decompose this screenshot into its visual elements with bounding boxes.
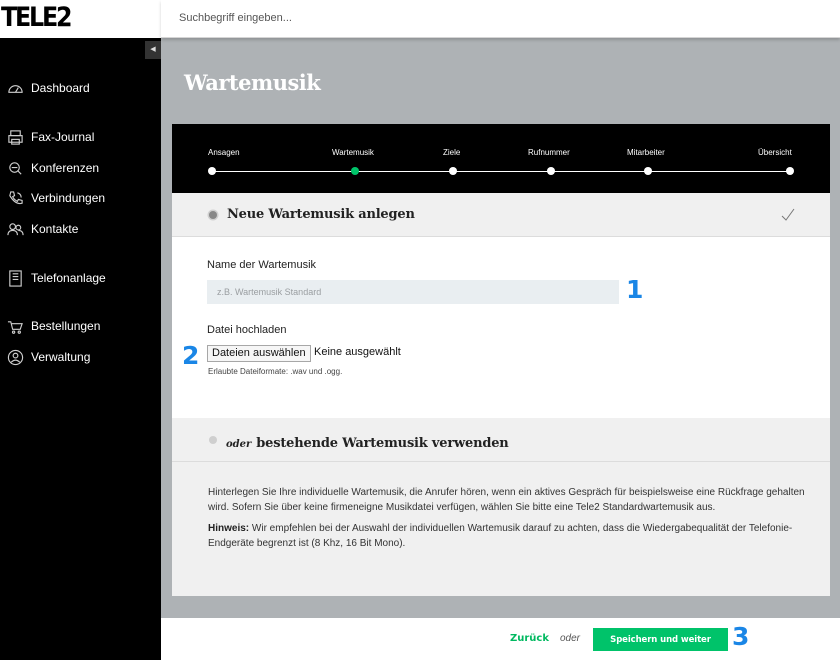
sidebar: ◀ Dashboard Fax-Journal Konferenzen Verb… (0, 38, 161, 660)
section-existing-prefix: oder (226, 439, 252, 450)
section-new-header[interactable]: Neue Wartemusik anlegen (172, 193, 830, 237)
file-format-hint: Erlaubte Dateiformate: .wav und .ogg. (208, 367, 343, 376)
step-label-uebersicht[interactable]: Übersicht (758, 148, 792, 157)
choose-file-button[interactable]: Dateien auswählen (207, 345, 311, 362)
radio-new-selected[interactable] (209, 211, 217, 219)
save-and-continue-button[interactable]: Speichern und weiter (593, 628, 728, 651)
sidebar-item-bestellungen[interactable]: Bestellungen (0, 314, 161, 338)
annotation-1: 1 (626, 275, 644, 304)
sidebar-item-label: Bestellungen (31, 319, 101, 333)
annotation-2: 2 (182, 341, 200, 370)
step-label-mitarbeiter[interactable]: Mitarbeiter (627, 148, 665, 157)
chevron-left-icon: ◀ (150, 46, 156, 53)
sidebar-item-fax-journal[interactable]: Fax-Journal (0, 125, 161, 149)
search-input[interactable] (179, 8, 579, 28)
checkmark-icon (781, 208, 795, 222)
back-link[interactable]: Zurück (510, 633, 549, 644)
radio-existing[interactable] (209, 436, 217, 444)
section-existing-header[interactable]: oder bestehende Wartemusik verwenden (172, 418, 830, 462)
phone-system-icon (6, 269, 24, 287)
step-label-ziele[interactable]: Ziele (443, 148, 460, 157)
section-new-title: Neue Wartemusik anlegen (227, 207, 415, 222)
user-admin-icon (6, 348, 24, 366)
hint-label: Hinweis: (208, 523, 250, 534)
step-dot-wartemusik[interactable] (351, 167, 359, 175)
wizard-card: Ansagen Wartemusik Ziele Rufnummer Mitar… (172, 124, 830, 596)
step-dot-rufnummer[interactable] (547, 167, 555, 175)
section-existing-label: bestehende Wartemusik verwenden (256, 436, 509, 451)
annotation-3: 3 (732, 622, 750, 651)
stepper-line (212, 171, 790, 172)
step-label-wartemusik[interactable]: Wartemusik (332, 148, 374, 157)
dashboard-icon (6, 79, 24, 97)
collapse-sidebar-button[interactable]: ◀ (145, 41, 161, 59)
sidebar-item-label: Kontakte (31, 222, 79, 236)
step-dot-ziele[interactable] (449, 167, 457, 175)
step-dot-ansagen[interactable] (208, 167, 216, 175)
section-new-body: Name der Wartemusik Datei hochladen Date… (172, 237, 830, 418)
sidebar-item-label: Konferenzen (31, 161, 100, 175)
cart-icon (6, 317, 24, 335)
step-dot-uebersicht[interactable] (786, 167, 794, 175)
file-status: Keine ausgewählt (314, 346, 401, 358)
sidebar-item-kontakte[interactable]: Kontakte (0, 217, 161, 241)
sidebar-item-konferenzen[interactable]: Konferenzen (0, 156, 161, 180)
contacts-icon (6, 220, 24, 238)
sidebar-item-verwaltung[interactable]: Verwaltung (0, 345, 161, 369)
conference-icon (6, 159, 24, 177)
step-dot-mitarbeiter[interactable] (644, 167, 652, 175)
page-title: Wartemusik (184, 70, 321, 95)
sidebar-item-label: Fax-Journal (31, 130, 95, 144)
hint-body: Wir empfehlen bei der Auswahl der indivi… (208, 523, 793, 549)
sidebar-item-label: Verwaltung (31, 350, 91, 364)
hint-text: Hinweis: Wir empfehlen bei der Auswahl d… (208, 521, 808, 551)
sidebar-item-label: Verbindungen (31, 191, 106, 205)
sidebar-item-verbindungen[interactable]: Verbindungen (0, 186, 161, 210)
fax-icon (6, 128, 24, 146)
sidebar-item-label: Telefonanlage (31, 271, 106, 285)
upload-label: Datei hochladen (207, 324, 287, 336)
footer-or-text: oder (560, 633, 581, 644)
logo-area[interactable]: TELE2 (0, 0, 161, 38)
name-field-label: Name der Wartemusik (207, 259, 317, 271)
tele2-logo[interactable]: TELE2 (1, 3, 73, 33)
section-existing-title: oder bestehende Wartemusik verwenden (226, 432, 509, 451)
sidebar-item-telefonanlage[interactable]: Telefonanlage (0, 266, 161, 290)
step-label-ansagen[interactable]: Ansagen (208, 148, 240, 157)
description-text: Hinterlegen Sie Ihre individuelle Wartem… (208, 487, 805, 513)
search-bar (161, 0, 840, 38)
step-label-rufnummer[interactable]: Rufnummer (528, 148, 570, 157)
sidebar-item-label: Dashboard (31, 81, 90, 95)
wizard-stepper: Ansagen Wartemusik Ziele Rufnummer Mitar… (172, 124, 830, 193)
sidebar-item-dashboard[interactable]: Dashboard (0, 76, 161, 100)
name-input[interactable] (207, 280, 619, 304)
phone-icon (6, 189, 24, 207)
